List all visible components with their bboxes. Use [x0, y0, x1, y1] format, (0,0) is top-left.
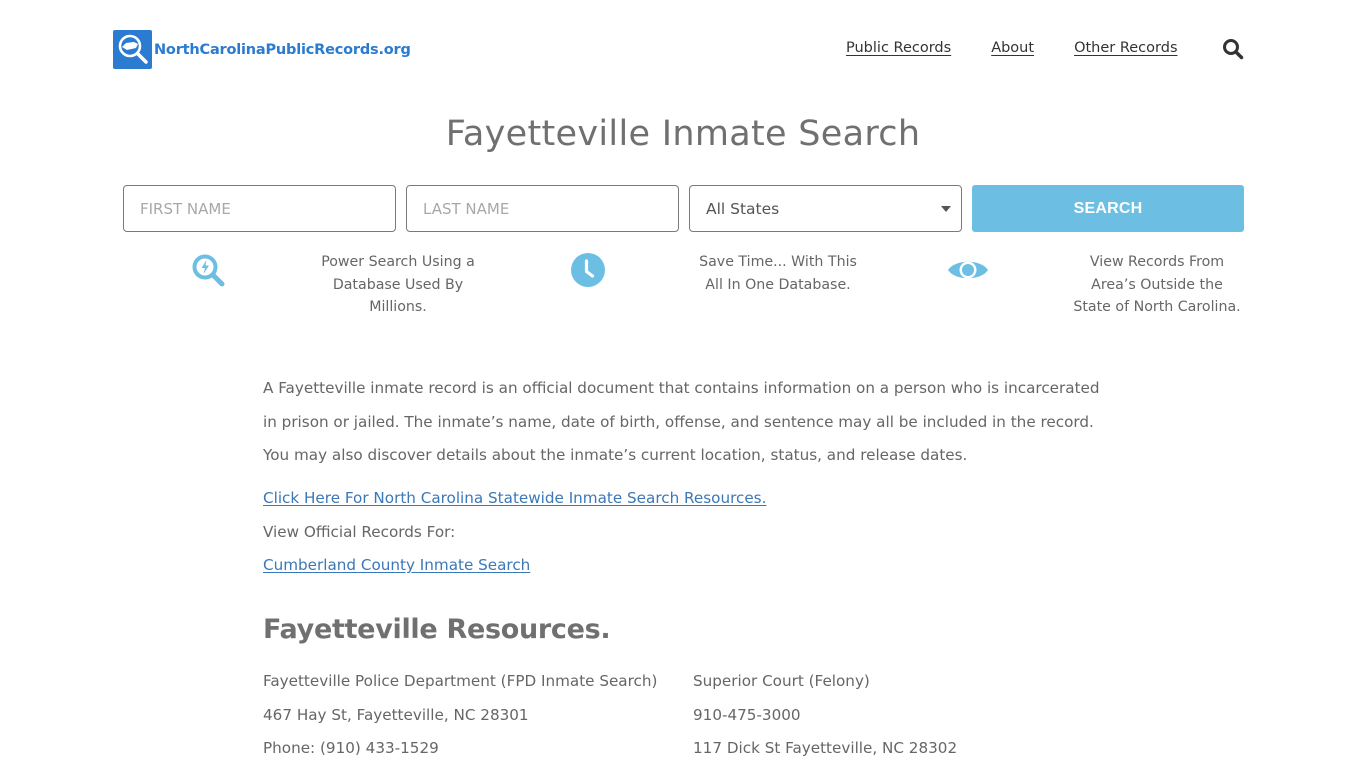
- feature-view-records-text: View Records From Area’s Outside the Sta…: [1052, 251, 1262, 319]
- resources-heading: Fayetteville Resources.: [263, 614, 611, 645]
- resource-left-phone: Phone: (910) 433-1529: [263, 739, 439, 757]
- feature-save-time-text: Save Time... With This All In One Databa…: [678, 251, 878, 296]
- search-icon[interactable]: [1222, 38, 1244, 60]
- last-name-input[interactable]: [406, 185, 679, 232]
- feature-line: View Records From: [1089, 254, 1225, 270]
- site-logo[interactable]: NorthCarolinaPublicRecords.org: [113, 30, 411, 69]
- intro-line: You may also discover details about the …: [263, 446, 968, 464]
- feature-line: Database Used By: [332, 276, 464, 293]
- magnifier-state-map-icon: [113, 30, 152, 69]
- statewide-resources-link[interactable]: Click Here For North Carolina Statewide …: [263, 489, 766, 507]
- site-header: NorthCarolinaPublicRecords.org Public Re…: [0, 0, 1366, 100]
- page-title: Fayetteville Inmate Search: [445, 114, 921, 154]
- intro-line: in prison or jailed. The inmate’s name, …: [263, 412, 1094, 431]
- county-inmate-search-link[interactable]: Cumberland County Inmate Search: [263, 556, 530, 574]
- nav-public-records[interactable]: Public Records: [846, 40, 951, 56]
- clock-icon: [570, 252, 606, 292]
- main-nav: Public Records About Other Records: [846, 40, 1218, 56]
- feature-line: Power Search Using a: [321, 254, 475, 270]
- logo-text: NorthCarolinaPublicRecords.org: [154, 41, 411, 58]
- first-name-input[interactable]: [123, 185, 396, 232]
- resource-left-name: Fayetteville Police Department (FPD Inma…: [263, 672, 658, 690]
- feature-line: Millions.: [369, 299, 427, 315]
- intro-line: A Fayetteville inmate record is an offic…: [263, 379, 1100, 397]
- search-form: All States SEARCH: [123, 185, 1244, 232]
- feature-line: All In One Database.: [705, 276, 851, 293]
- feature-line: State of North Carolina.: [1073, 299, 1241, 315]
- official-records-label: View Official Records For:: [263, 523, 456, 541]
- state-select[interactable]: All States: [689, 185, 962, 232]
- nav-about[interactable]: About: [991, 40, 1034, 56]
- search-button[interactable]: SEARCH: [972, 185, 1244, 232]
- caret-down-icon: [941, 206, 951, 212]
- state-select-value[interactable]: All States: [689, 185, 962, 232]
- intro-paragraph: A Fayetteville inmate record is an offic…: [263, 372, 1113, 473]
- resource-left-address: 467 Hay St, Fayetteville, NC 28301: [263, 706, 529, 724]
- resource-right-phone: 910-475-3000: [693, 706, 801, 724]
- resource-right-name: Superior Court (Felony): [693, 672, 870, 690]
- resource-right-address: 117 Dick St Fayetteville, NC 28302: [693, 739, 958, 757]
- feature-power-search-text: Power Search Using a Database Used By Mi…: [298, 251, 498, 319]
- power-search-icon: [191, 253, 227, 293]
- feature-line: Area’s Outside the: [1091, 276, 1223, 293]
- nav-other-records[interactable]: Other Records: [1074, 40, 1177, 56]
- feature-line: Save Time... With This: [699, 254, 857, 270]
- eye-icon: [947, 256, 989, 288]
